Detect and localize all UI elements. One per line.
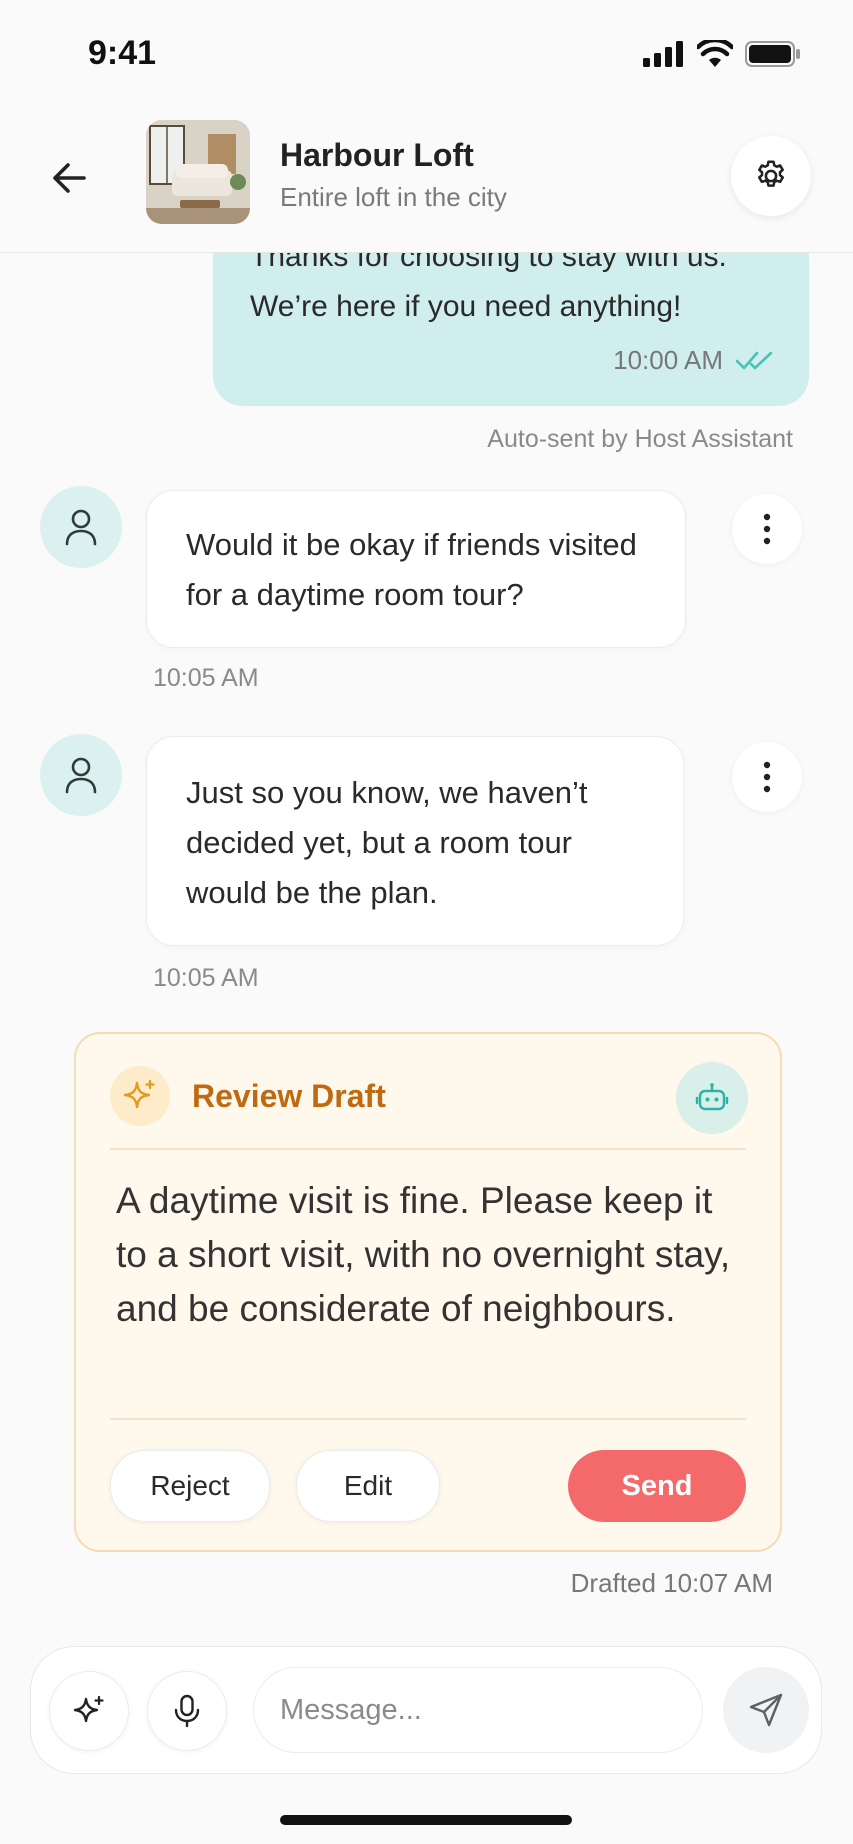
review-draft-card: Review Draft A daytime visit is fine. Pl… xyxy=(74,1032,782,1552)
vertical-dots-icon xyxy=(763,761,771,793)
settings-button[interactable] xyxy=(731,136,811,216)
robot-icon xyxy=(695,1083,729,1111)
vertical-dots-icon xyxy=(763,513,771,545)
user-icon xyxy=(65,509,97,546)
reject-button[interactable]: Reject xyxy=(110,1450,270,1522)
microphone-icon xyxy=(174,1694,200,1728)
listing-thumbnail[interactable] xyxy=(146,120,250,224)
guest-message-text: Just so you know, we haven’t decided yet… xyxy=(186,775,588,910)
double-check-icon xyxy=(735,348,777,377)
draft-sparkle-badge xyxy=(110,1066,170,1126)
message-input[interactable] xyxy=(253,1667,703,1753)
draft-title: Review Draft xyxy=(192,1078,386,1114)
draft-text[interactable]: A daytime visit is fine. Please keep it … xyxy=(116,1174,746,1336)
home-indicator xyxy=(280,1815,572,1825)
host-message-time: 10:00 AM xyxy=(613,345,723,375)
message-composer xyxy=(30,1646,822,1774)
edit-button[interactable]: Edit xyxy=(296,1450,440,1522)
wifi-icon xyxy=(697,40,733,67)
guest-message-time: 10:05 AM xyxy=(153,964,259,992)
status-icons xyxy=(643,40,801,68)
draft-divider xyxy=(110,1418,746,1420)
listing-subtitle: Entire loft in the city xyxy=(280,182,507,212)
drafted-time: Drafted 10:07 AM xyxy=(570,1568,773,1598)
ai-assist-button[interactable] xyxy=(49,1671,129,1751)
gear-icon xyxy=(758,160,784,187)
assistant-button[interactable] xyxy=(676,1062,748,1134)
battery-icon xyxy=(745,41,800,67)
listing-title: Harbour Loft xyxy=(280,137,474,173)
guest-message-time: 10:05 AM xyxy=(153,664,259,692)
auto-sent-note: Auto-sent by Host Assistant xyxy=(487,425,793,453)
message-more-button[interactable] xyxy=(732,742,802,812)
guest-avatar xyxy=(40,486,122,568)
status-time: 9:41 xyxy=(88,34,157,72)
signal-icon xyxy=(643,41,683,67)
guest-message-text: Would it be okay if friends visited for … xyxy=(186,527,637,612)
microphone-button[interactable] xyxy=(147,1671,227,1751)
send-message-button[interactable] xyxy=(723,1667,809,1753)
guest-avatar xyxy=(40,734,122,816)
sparkle-icon xyxy=(73,1695,104,1723)
message-more-button[interactable] xyxy=(732,494,802,564)
user-icon xyxy=(65,757,97,794)
send-draft-button[interactable]: Send xyxy=(568,1450,746,1522)
chat-header: Harbour Loft Entire loft in the city xyxy=(0,100,853,253)
draft-divider xyxy=(110,1148,746,1150)
back-button[interactable] xyxy=(42,150,98,206)
living-room-photo xyxy=(146,120,250,224)
paper-plane-icon xyxy=(749,1693,783,1727)
arrow-left-icon xyxy=(53,163,86,193)
sparkle-icon xyxy=(123,1079,155,1109)
